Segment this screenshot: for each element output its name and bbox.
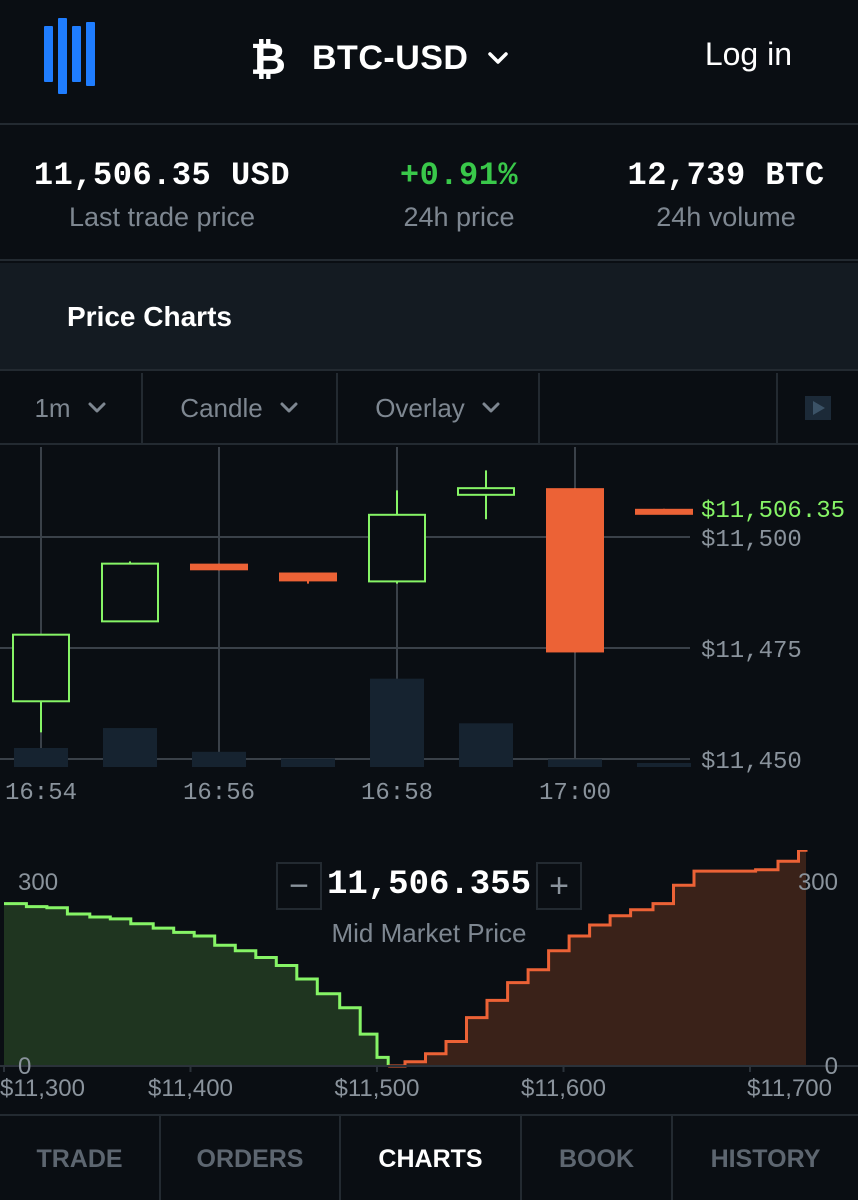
depth-x-label: $11,300: [0, 1075, 85, 1102]
x-tick-label: 16:54: [5, 780, 77, 807]
market-stats: 11,506.35 USD Last trade price +0.91% 24…: [0, 127, 858, 261]
volume-bar: [370, 678, 424, 767]
volume-stat: 12,739 BTC 24h volume: [618, 157, 834, 233]
depth-y-label-right: 300: [798, 869, 838, 896]
login-button[interactable]: Log in: [705, 36, 792, 73]
volume-bar: [637, 763, 691, 767]
y-tick-label: $11,500: [701, 527, 802, 554]
price-change-stat: +0.91% 24h price: [370, 157, 548, 233]
pair-selector[interactable]: ₿ BTC-USD: [248, 30, 510, 86]
tab-trade[interactable]: TRADE: [0, 1116, 161, 1200]
last-trade-stat: 11,506.35 USD Last trade price: [24, 157, 300, 233]
chevron-down-icon: [482, 402, 500, 413]
tab-orders[interactable]: ORDERS: [161, 1116, 341, 1200]
volume-bar: [192, 751, 246, 767]
tab-book[interactable]: BOOK: [522, 1116, 673, 1200]
overlay-value: Overlay: [375, 392, 465, 423]
volume-bar: [281, 758, 335, 767]
candlestick-chart[interactable]: $11,500 $11,475 $11,450 16:54 16:56 16:58 17:0…: [0, 447, 858, 817]
volume-bar: [14, 748, 68, 767]
candle[interactable]: [457, 470, 515, 520]
zoom-out-button[interactable]: −: [276, 862, 322, 910]
candle[interactable]: [101, 561, 159, 623]
depth-x-label: $11,600: [521, 1075, 606, 1102]
candle-body: [101, 562, 159, 623]
last-trade-price: 11,506.35 USD: [33, 157, 291, 194]
candle-body: [12, 633, 70, 703]
app-header: ₿ BTC-USD Log in: [0, 0, 858, 125]
chevron-down-icon: [280, 402, 298, 413]
candle[interactable]: [12, 633, 70, 733]
chart-type-select[interactable]: Candle: [143, 373, 338, 443]
candle[interactable]: [279, 572, 337, 584]
zoom-in-button[interactable]: +: [536, 862, 582, 910]
svg-text:₿: ₿: [250, 34, 286, 82]
play-icon: [805, 396, 831, 420]
candle[interactable]: [546, 488, 604, 653]
mid-market-price: − 11,506.355 + Mid Market Price: [276, 862, 582, 972]
volume-bar: [548, 759, 602, 767]
overlay-select[interactable]: Overlay: [338, 373, 540, 443]
depth-x-label: $11,500: [335, 1075, 420, 1102]
price-change-label: 24h price: [403, 202, 515, 232]
candle-body: [279, 572, 337, 582]
x-tick-label: 16:56: [183, 780, 255, 807]
last-trade-label: Last trade price: [68, 202, 256, 232]
interval-select[interactable]: 1m: [0, 373, 143, 443]
depth-x-label: $11,700: [747, 1075, 832, 1102]
x-tick-label: 16:58: [361, 780, 433, 807]
x-tick-label: 17:00: [539, 780, 611, 807]
volume-bar: [459, 723, 513, 767]
volume-label: 24h volume: [656, 202, 796, 232]
depth-y-label-left: 300: [18, 869, 58, 896]
bottom-tab-bar: TRADE ORDERS CHARTS BOOK HISTORY: [0, 1114, 858, 1200]
mid-price-label: Mid Market Price: [331, 918, 527, 948]
chevron-down-icon: [88, 402, 106, 413]
chevron-down-icon: [488, 52, 509, 64]
candle-body: [635, 508, 693, 515]
depth-x-label: $11,400: [148, 1075, 233, 1102]
bitcoin-icon: ₿: [250, 34, 286, 82]
candle[interactable]: [368, 490, 426, 584]
chart-toolbar: 1m Candle Overlay: [0, 373, 858, 445]
depth-y-label-left: 0: [18, 1053, 31, 1080]
price-charts-header: Price Charts: [0, 263, 858, 371]
bars-logo-icon[interactable]: [44, 18, 96, 94]
volume-bar: [103, 728, 157, 767]
pair-label: BTC-USD: [312, 38, 469, 77]
section-title: Price Charts: [67, 301, 232, 332]
price-change-value: +0.91%: [399, 157, 519, 194]
candle[interactable]: [190, 563, 248, 571]
candle-body: [190, 563, 248, 571]
current-price-label: $11,506.35: [701, 498, 845, 525]
chart-type-value: Candle: [180, 392, 263, 423]
play-button[interactable]: [776, 373, 858, 443]
candle[interactable]: [635, 508, 693, 515]
y-tick-label: $11,450: [701, 749, 802, 776]
candle-body: [457, 487, 515, 496]
depth-y-label-right: 0: [825, 1053, 838, 1080]
y-tick-label: $11,475: [701, 638, 802, 665]
tab-history[interactable]: HISTORY: [673, 1116, 858, 1200]
interval-value: 1m: [34, 392, 71, 423]
candle-body: [368, 513, 426, 583]
tab-charts[interactable]: CHARTS: [341, 1116, 522, 1200]
volume-value: 12,739 BTC: [627, 157, 825, 194]
candle-body: [546, 488, 604, 653]
mid-price-value: 11,506.355: [326, 866, 532, 904]
